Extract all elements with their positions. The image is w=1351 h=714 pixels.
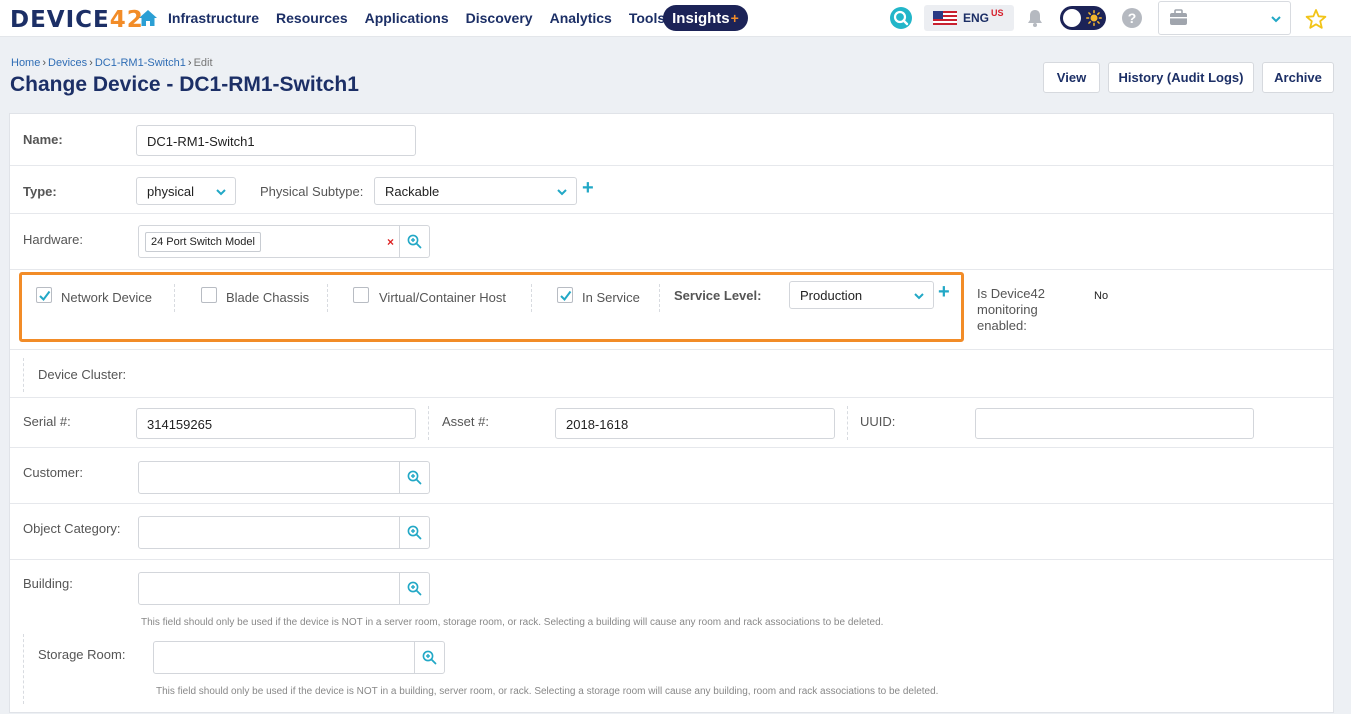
hardware-lookup[interactable]: 24 Port Switch Model × [138, 225, 430, 258]
toggle-knob [1063, 9, 1081, 27]
magnifier-plus-icon [407, 234, 422, 249]
storage-room-search-button[interactable] [414, 642, 444, 673]
chevron-down-icon [1271, 16, 1281, 23]
clear-x-icon[interactable]: × [387, 235, 394, 249]
briefcase-icon [1170, 9, 1187, 25]
top-navbar: DEVICE42 Infrastructure Resources Applic… [0, 0, 1351, 37]
subtype-select[interactable]: Rackable [374, 177, 577, 205]
sun-icon [1086, 10, 1102, 26]
highlight-box [19, 272, 964, 342]
nav-discovery[interactable]: Discovery [466, 10, 533, 26]
monitoring-value: No [1094, 290, 1109, 302]
monitoring-label: Is Device42 monitoring enabled: [977, 286, 1045, 333]
hardware-label: Hardware: [23, 232, 83, 247]
device-cluster-label: Device Cluster: [38, 367, 127, 382]
nav-resources[interactable]: Resources [276, 10, 348, 26]
name-row: Name: DC1-RM1-Switch1 [10, 114, 1333, 166]
device-form: Name: DC1-RM1-Switch1 Type: physical Phy… [9, 113, 1334, 713]
language-selector[interactable]: ENG US [924, 5, 1014, 31]
building-lookup[interactable] [138, 572, 430, 605]
star-icon[interactable] [1305, 8, 1327, 30]
divider [23, 634, 24, 704]
serial-input[interactable]: 314159265 [136, 408, 416, 439]
subtype-label: Physical Subtype: [260, 184, 364, 199]
history-button[interactable]: History (Audit Logs) [1108, 62, 1254, 93]
hardware-search-button[interactable] [399, 226, 429, 257]
object-category-label: Object Category: [23, 521, 121, 536]
object-category-search-button[interactable] [399, 517, 429, 548]
asset-input[interactable]: 2018-1618 [555, 408, 835, 439]
magnifier-plus-icon [407, 470, 422, 485]
organization-select[interactable] [1158, 1, 1291, 35]
divider [23, 358, 24, 392]
serial-label: Serial #: [23, 414, 71, 429]
asset-label: Asset #: [442, 414, 489, 429]
object-category-row: Object Category: [10, 504, 1333, 560]
type-row: Type: physical Physical Subtype: Rackabl… [10, 166, 1333, 214]
name-input[interactable]: DC1-RM1-Switch1 [136, 125, 416, 156]
cluster-row: Device Cluster: [10, 350, 1333, 398]
type-select[interactable]: physical [136, 177, 236, 205]
customer-row: Customer: [10, 448, 1333, 504]
building-help-text: This field should only be used if the de… [141, 617, 884, 628]
theme-toggle[interactable] [1060, 6, 1106, 30]
breadcrumb: Home › Devices › DC1-RM1-Switch1 › Edit [11, 57, 213, 69]
device42-logo[interactable]: DEVICE42 [10, 7, 144, 33]
uuid-label: UUID: [860, 414, 896, 429]
hardware-tag: 24 Port Switch Model [145, 232, 261, 252]
chevron-down-icon [216, 189, 226, 196]
help-icon[interactable]: ? [1122, 8, 1142, 28]
building-row: Building: This field should only be used… [10, 560, 1333, 634]
magnifier-plus-icon [407, 525, 422, 540]
view-button[interactable]: View [1043, 62, 1100, 93]
serial-row: Serial #: 314159265 Asset #: 2018-1618 U… [10, 398, 1333, 448]
storage-room-lookup[interactable] [153, 641, 445, 674]
type-label: Type: [23, 184, 57, 199]
subtype-value: Rackable [385, 184, 440, 199]
magnifier-plus-icon [422, 650, 437, 665]
type-value: physical [147, 184, 194, 199]
object-category-lookup[interactable] [138, 516, 430, 549]
nav-analytics[interactable]: Analytics [550, 10, 612, 26]
customer-search-button[interactable] [399, 462, 429, 493]
customer-lookup[interactable] [138, 461, 430, 494]
storage-room-help-text: This field should only be used if the de… [156, 686, 939, 697]
breadcrumb-device[interactable]: DC1-RM1-Switch1 [95, 57, 186, 69]
nav-applications[interactable]: Applications [365, 10, 449, 26]
breadcrumb-devices[interactable]: Devices [48, 57, 87, 69]
divider [847, 406, 848, 440]
us-flag-icon [933, 11, 957, 25]
insights-button[interactable]: Insights + [663, 5, 748, 31]
breadcrumb-current: Edit [193, 57, 213, 69]
archive-button[interactable]: Archive [1262, 62, 1334, 93]
chevron-down-icon [557, 189, 567, 196]
language-code: ENG [963, 11, 990, 25]
nav-infrastructure[interactable]: Infrastructure [168, 10, 259, 26]
divider [428, 406, 429, 440]
building-label: Building: [23, 576, 73, 591]
uuid-input[interactable] [975, 408, 1254, 439]
home-icon[interactable] [138, 8, 158, 28]
nav-tools[interactable]: Tools [629, 10, 665, 26]
bell-icon[interactable] [1025, 8, 1045, 28]
search-icon[interactable] [890, 7, 912, 29]
main-menu: Infrastructure Resources Applications Di… [168, 10, 665, 26]
building-search-button[interactable] [399, 573, 429, 604]
storage-room-label: Storage Room: [38, 647, 126, 662]
storage-room-row: Storage Room: This field should only be … [10, 634, 1333, 714]
add-subtype-plus-icon[interactable]: + [582, 178, 594, 198]
name-label: Name: [23, 132, 63, 147]
hardware-row: Hardware: 24 Port Switch Model × [10, 214, 1333, 270]
language-region: US [991, 8, 1004, 18]
page-title: Change Device - DC1-RM1-Switch1 [10, 73, 359, 96]
customer-label: Customer: [23, 465, 83, 480]
breadcrumb-home[interactable]: Home [11, 57, 40, 69]
magnifier-plus-icon [407, 581, 422, 596]
